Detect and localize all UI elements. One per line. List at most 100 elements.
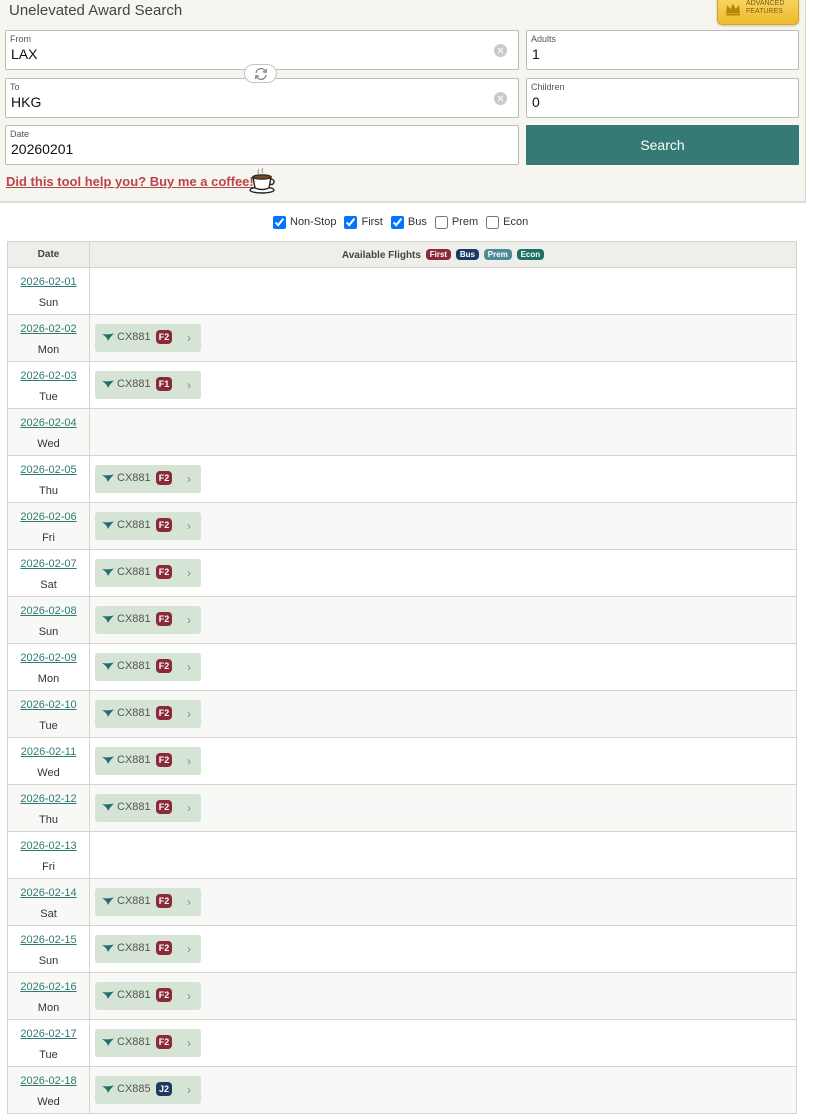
flight-chip[interactable]: CX881 F2 › — [95, 559, 201, 587]
chevron-right-icon[interactable]: › — [187, 895, 191, 909]
date-link[interactable]: 2026-02-17 — [8, 1028, 89, 1040]
flight-chip[interactable]: CX881 F2 › — [95, 794, 201, 822]
chevron-right-icon[interactable]: › — [187, 566, 191, 580]
from-value[interactable]: LAX — [11, 46, 37, 62]
children-value[interactable]: 0 — [532, 94, 540, 110]
chevron-right-icon[interactable]: › — [187, 989, 191, 1003]
date-link[interactable]: 2026-02-11 — [8, 746, 89, 758]
to-value[interactable]: HKG — [11, 94, 41, 110]
date-link[interactable]: 2026-02-12 — [8, 793, 89, 805]
cathay-logo-icon — [102, 380, 114, 388]
flight-chip[interactable]: CX881 F2 › — [95, 653, 201, 681]
premium-checkbox[interactable] — [434, 215, 448, 229]
flight-chip[interactable]: CX885 J2 › — [95, 1076, 201, 1104]
table-header-row: Date Available Flights First Bus Prem Ec… — [7, 241, 797, 268]
business-checkbox[interactable] — [390, 215, 404, 229]
chevron-right-icon[interactable]: › — [187, 801, 191, 815]
flight-number: CX881 — [117, 519, 151, 531]
chevron-right-icon[interactable]: › — [187, 754, 191, 768]
day-of-week: Fri — [42, 531, 55, 544]
flight-chip[interactable]: CX881 F2 › — [95, 512, 201, 540]
date-link[interactable]: 2026-02-07 — [8, 558, 89, 570]
first-checkbox[interactable] — [344, 215, 358, 229]
flight-chip[interactable]: CX881 F2 › — [95, 324, 201, 352]
seat-availability-badge: F2 — [156, 800, 172, 814]
filter-first[interactable]: First — [344, 215, 383, 229]
flight-chip[interactable]: CX881 F2 › — [95, 1029, 201, 1057]
flight-number: CX881 — [117, 989, 151, 1001]
date-cell: 2026-02-04 Wed — [7, 408, 90, 456]
date-link[interactable]: 2026-02-18 — [8, 1075, 89, 1087]
table-row: 2026-02-07 Sat CX881 F2 › — [7, 549, 797, 597]
search-panel: Unelevated Award Search ADVANCED FEATURE… — [0, 0, 806, 203]
app-title: Unelevated Award Search — [9, 2, 183, 19]
date-link[interactable]: 2026-02-08 — [8, 605, 89, 617]
flight-chip[interactable]: CX881 F2 › — [95, 465, 201, 493]
coffee-cup-icon[interactable] — [248, 168, 278, 194]
date-link[interactable]: 2026-02-13 — [8, 840, 89, 852]
date-link[interactable]: 2026-02-03 — [8, 370, 89, 382]
chevron-right-icon[interactable]: › — [187, 472, 191, 486]
table-row: 2026-02-02 Mon CX881 F2 › — [7, 314, 797, 362]
chevron-right-icon[interactable]: › — [187, 378, 191, 392]
cathay-logo-icon — [102, 333, 114, 341]
flight-chip[interactable]: CX881 F2 › — [95, 982, 201, 1010]
date-link[interactable]: 2026-02-02 — [8, 323, 89, 335]
flight-chip[interactable]: CX881 F2 › — [95, 747, 201, 775]
adults-field[interactable]: Adults 1 — [526, 30, 799, 70]
cathay-logo-icon — [102, 568, 114, 576]
chevron-right-icon[interactable]: › — [187, 1083, 191, 1097]
buy-coffee-link[interactable]: Did this tool help you? Buy me a coffee! — [6, 174, 254, 189]
premium-label: Prem — [451, 216, 479, 228]
date-link[interactable]: 2026-02-04 — [8, 417, 89, 429]
chevron-right-icon[interactable]: › — [187, 942, 191, 956]
clear-from-icon[interactable] — [494, 44, 507, 57]
filter-premium[interactable]: Prem — [434, 215, 479, 229]
advanced-features-button[interactable]: ADVANCED FEATURES — [717, 0, 799, 25]
chevron-right-icon[interactable]: › — [187, 519, 191, 533]
date-cell: 2026-02-01 Sun — [7, 267, 90, 315]
date-link[interactable]: 2026-02-05 — [8, 464, 89, 476]
date-link[interactable]: 2026-02-14 — [8, 887, 89, 899]
swap-airports-button[interactable] — [244, 64, 277, 83]
to-field[interactable]: To HKG — [5, 78, 519, 118]
date-link[interactable]: 2026-02-16 — [8, 981, 89, 993]
search-button[interactable]: Search — [526, 125, 799, 165]
date-link[interactable]: 2026-02-06 — [8, 511, 89, 523]
flight-chip[interactable]: CX881 F2 › — [95, 606, 201, 634]
adults-value[interactable]: 1 — [532, 46, 540, 62]
date-cell: 2026-02-03 Tue — [7, 361, 90, 409]
seat-availability-badge: F2 — [156, 941, 172, 955]
date-cell: 2026-02-10 Tue — [7, 690, 90, 738]
day-of-week: Thu — [39, 484, 58, 497]
chevron-right-icon[interactable]: › — [187, 1036, 191, 1050]
flight-chip[interactable]: CX881 F2 › — [95, 700, 201, 728]
date-link[interactable]: 2026-02-10 — [8, 699, 89, 711]
date-value[interactable]: 20260201 — [11, 141, 73, 157]
cathay-logo-icon — [102, 803, 114, 811]
flight-chip[interactable]: CX881 F1 › — [95, 371, 201, 399]
crown-icon — [726, 3, 740, 16]
date-link[interactable]: 2026-02-01 — [8, 276, 89, 288]
children-field[interactable]: Children 0 — [526, 78, 799, 118]
filter-business[interactable]: Bus — [390, 215, 427, 229]
clear-to-icon[interactable] — [494, 92, 507, 105]
nonstop-checkbox[interactable] — [273, 215, 286, 229]
economy-checkbox[interactable] — [486, 215, 500, 229]
chevron-right-icon[interactable]: › — [187, 613, 191, 627]
table-row: 2026-02-04 Wed — [7, 408, 797, 456]
seat-availability-badge: J2 — [156, 1082, 172, 1096]
filter-economy[interactable]: Econ — [486, 215, 528, 229]
chevron-right-icon[interactable]: › — [187, 660, 191, 674]
filter-nonstop[interactable]: Non-Stop — [273, 215, 336, 229]
flight-chip[interactable]: CX881 F2 › — [95, 888, 201, 916]
table-row: 2026-02-10 Tue CX881 F2 › — [7, 690, 797, 738]
flight-chip[interactable]: CX881 F2 › — [95, 935, 201, 963]
date-link[interactable]: 2026-02-09 — [8, 652, 89, 664]
date-field[interactable]: Date 20260201 — [5, 125, 519, 165]
chevron-right-icon[interactable]: › — [187, 707, 191, 721]
adults-label: Adults — [531, 34, 557, 44]
date-link[interactable]: 2026-02-15 — [8, 934, 89, 946]
cathay-logo-icon — [102, 615, 114, 623]
chevron-right-icon[interactable]: › — [187, 331, 191, 345]
